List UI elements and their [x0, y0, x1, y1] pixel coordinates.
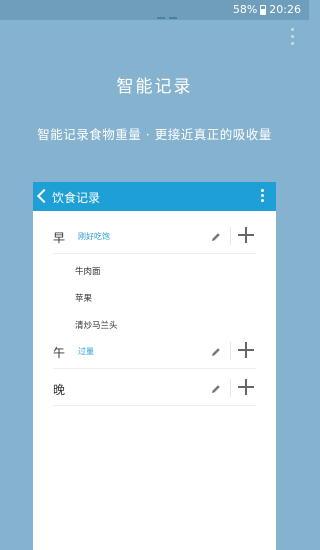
meal-row-dinner[interactable]: 晚 [53, 375, 256, 406]
meal-label: 午 [53, 346, 66, 360]
divider [230, 227, 231, 245]
divider [230, 379, 231, 397]
meal-label: 早 [53, 231, 66, 245]
edit-pencil-icon[interactable] [210, 231, 222, 243]
add-icon[interactable] [238, 379, 254, 395]
meal-row-lunch[interactable]: 午 过量 [53, 338, 256, 369]
meal-status-badge: 刚好吃饱 [78, 232, 110, 241]
hero-title: 智能记录 [116, 77, 193, 97]
more-vert-icon[interactable] [261, 189, 265, 204]
app-bar: 饮食记录 [33, 182, 276, 211]
list-item[interactable]: 牛肉面 [75, 266, 118, 293]
hero-subtitle: 智能记录食物重量 · 更接近真正的吸收量 [37, 127, 272, 142]
add-icon[interactable] [238, 342, 254, 358]
battery-icon [260, 4, 267, 15]
notification-indicators [157, 4, 189, 19]
app-title: 饮食记录 [52, 191, 101, 205]
app-preview: 饮食记录 早 刚好吃饱 牛肉面 苹果 清炒马兰头 午 过量 晚 [33, 182, 276, 550]
status-bar: 58% 20:26 [0, 0, 309, 20]
list-item[interactable]: 苹果 [75, 293, 118, 320]
meal-row-breakfast[interactable]: 早 刚好吃饱 [53, 223, 256, 254]
status-right: 58% 20:26 [233, 3, 301, 16]
overflow-menu-icon[interactable] [291, 28, 295, 49]
clock: 20:26 [269, 3, 301, 16]
edit-pencil-icon[interactable] [210, 346, 222, 358]
battery-percent: 58% [232, 3, 258, 16]
breakfast-food-list: 牛肉面 苹果 清炒马兰头 [75, 266, 118, 347]
add-icon[interactable] [238, 227, 254, 243]
divider [230, 342, 231, 360]
meal-status-badge: 过量 [78, 347, 94, 356]
edit-pencil-icon[interactable] [210, 383, 222, 395]
back-arrow-icon[interactable] [36, 188, 52, 204]
meal-label: 晚 [53, 383, 66, 397]
